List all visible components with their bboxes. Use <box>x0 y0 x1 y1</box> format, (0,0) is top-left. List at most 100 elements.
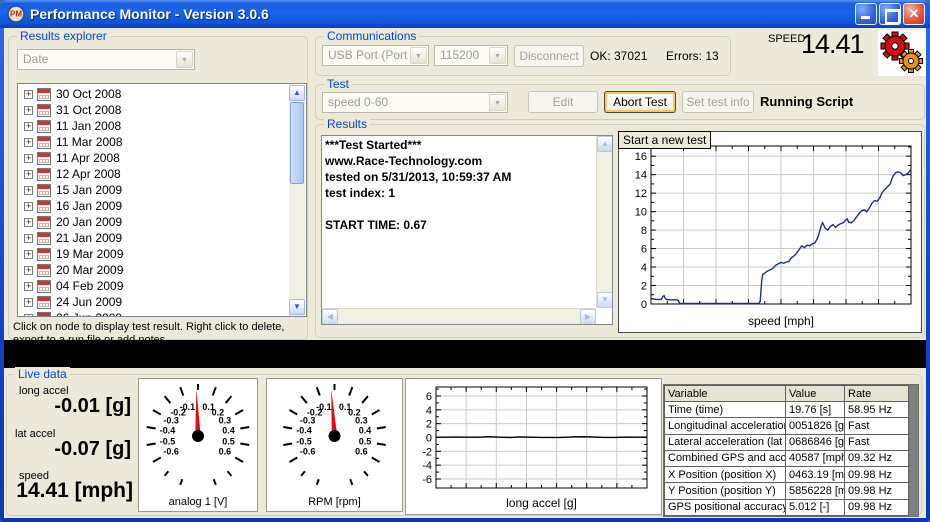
rate-cell: 58.95 Hz <box>845 402 909 418</box>
error-count: Errors: 13 <box>666 49 719 63</box>
tree-item-label: 12 Apr 2008 <box>56 167 121 181</box>
expand-icon[interactable]: + <box>24 250 33 259</box>
table-row: Longitudinal acceleration (long0051826 [… <box>665 418 909 434</box>
expand-icon[interactable]: + <box>24 170 33 179</box>
svg-text:PM: PM <box>10 10 22 19</box>
expand-icon[interactable]: + <box>24 122 33 131</box>
scroll-down-icon[interactable]: ▼ <box>289 299 305 315</box>
calendar-icon <box>37 296 51 309</box>
value-cell: 5856228 [m] <box>786 483 845 499</box>
disconnect-button[interactable]: Disconnect <box>514 45 584 67</box>
communications-group: Communications USB Port (Port 8) ▼ 11520… <box>315 36 731 76</box>
chevron-down-icon[interactable]: ▼ <box>176 51 193 68</box>
set-test-info-button[interactable]: Set test info <box>682 91 754 113</box>
calendar-icon <box>37 264 51 277</box>
svg-text:4: 4 <box>426 405 432 417</box>
expand-icon[interactable]: + <box>24 186 33 195</box>
scroll-right-icon[interactable]: ▶ <box>580 309 596 325</box>
calendar-icon <box>37 168 51 181</box>
tree-item-date[interactable]: +04 Feb 2009 <box>18 278 289 294</box>
table-row: X Position (position X)0463.19 [m]09.98 … <box>665 467 909 483</box>
svg-text:16: 16 <box>635 151 647 163</box>
scroll-down-icon[interactable]: ▼ <box>597 292 613 308</box>
abort-test-button[interactable]: Abort Test <box>604 91 676 113</box>
tree-item-date[interactable]: +24 Jun 2009 <box>18 294 289 310</box>
log-vscrollbar[interactable]: ▲ ▼ <box>596 136 612 308</box>
expand-icon[interactable]: + <box>24 218 33 227</box>
svg-text:0: 0 <box>641 299 647 311</box>
port-combo[interactable]: USB Port (Port 8) ▼ <box>322 45 429 66</box>
tree-item-date[interactable]: +26 Jun 2009 <box>18 310 289 317</box>
chevron-down-icon[interactable]: ▼ <box>489 47 506 64</box>
tree-item-date[interactable]: +11 Jan 2008 <box>18 118 289 134</box>
live-data-group: Live data long accel -0.01 [g] lat accel… <box>6 374 922 516</box>
scroll-left-icon[interactable]: ◀ <box>322 309 338 325</box>
tree-item-date[interactable]: +20 Jan 2009 <box>18 214 289 230</box>
variable-cell: GPS positional accuracy <box>665 499 786 515</box>
expand-icon[interactable]: + <box>24 106 33 115</box>
expand-icon[interactable]: + <box>24 138 33 147</box>
tree-scrollbar[interactable]: ▲ ▼ <box>289 85 305 315</box>
rate-cell: Fast <box>845 418 909 434</box>
tree-item-date[interactable]: +15 Jan 2009 <box>18 182 289 198</box>
scroll-up-icon[interactable]: ▲ <box>597 136 613 152</box>
tree-item-date[interactable]: +21 Jan 2009 <box>18 230 289 246</box>
calendar-icon <box>37 280 51 293</box>
svg-text:2: 2 <box>641 281 647 293</box>
log-hscrollbar[interactable]: ◀ ▶ <box>322 308 596 324</box>
tree-item-label: 20 Mar 2009 <box>56 263 123 277</box>
svg-text:-0.6: -0.6 <box>300 447 316 457</box>
results-label: Results <box>324 117 370 131</box>
chevron-down-icon[interactable]: ▼ <box>410 47 427 64</box>
window-title: Performance Monitor - Version 3.0.6 <box>30 6 853 22</box>
expand-icon[interactable]: + <box>24 234 33 243</box>
rpm-gauge-caption: RPM [rpm] <box>267 496 402 508</box>
svg-text:-0.1: -0.1 <box>180 402 196 412</box>
svg-text:long accel [g]: long accel [g] <box>506 496 577 510</box>
start-new-test-button[interactable]: Start a new test <box>618 131 711 149</box>
rate-cell: 09.98 Hz <box>845 483 909 499</box>
scroll-up-icon[interactable]: ▲ <box>289 85 305 101</box>
test-combo[interactable]: speed 0-60 ▼ <box>322 92 508 113</box>
expand-icon[interactable]: + <box>24 90 33 99</box>
chevron-down-icon[interactable]: ▼ <box>489 94 506 111</box>
svg-text:0.6: 0.6 <box>355 447 368 457</box>
tree-item-date[interactable]: +31 Oct 2008 <box>18 102 289 118</box>
results-explorer-group: Results explorer Date ▼ +30 Oct 2008+31 … <box>8 36 308 340</box>
tree-item-label: 04 Feb 2009 <box>56 279 123 293</box>
expand-icon[interactable]: + <box>24 282 33 291</box>
minimize-button[interactable] <box>855 3 877 25</box>
svg-text:-6: -6 <box>422 474 432 486</box>
svg-text:-4: -4 <box>422 460 432 472</box>
edit-button[interactable]: Edit <box>528 91 598 113</box>
close-button[interactable] <box>903 3 925 25</box>
tree-item-date[interactable]: +30 Oct 2008 <box>18 86 289 102</box>
variable-cell: Time (time) <box>665 402 786 418</box>
expand-icon[interactable]: + <box>24 298 33 307</box>
svg-text:8: 8 <box>641 225 647 237</box>
calendar-icon <box>37 216 51 229</box>
expand-icon[interactable]: + <box>24 202 33 211</box>
expand-icon[interactable]: + <box>24 266 33 275</box>
table-header-cell: Variable <box>665 386 786 402</box>
tree-item-date[interactable]: +19 Mar 2009 <box>18 246 289 262</box>
tree-item-date[interactable]: +20 Mar 2009 <box>18 262 289 278</box>
tree-item-date[interactable]: +16 Jan 2009 <box>18 198 289 214</box>
tree-item-date[interactable]: +12 Apr 2008 <box>18 166 289 182</box>
maximize-button[interactable] <box>879 3 901 25</box>
tree-item-date[interactable]: +11 Mar 2008 <box>18 134 289 150</box>
svg-text:6: 6 <box>426 391 432 403</box>
results-log[interactable]: ***Test Started*** www.Race-Technology.c… <box>321 135 613 325</box>
tree-item-label: 26 Jun 2009 <box>56 311 122 317</box>
date-filter-combo[interactable]: Date ▼ <box>17 49 195 70</box>
tree-item-date[interactable]: +11 Apr 2008 <box>18 150 289 166</box>
table-header-cell: Rate <box>845 386 909 402</box>
baud-combo[interactable]: 115200 ▼ <box>434 45 508 66</box>
tree-scrollbar-thumb[interactable] <box>290 102 304 184</box>
table-row: Lateral acceleration (lat acc0686846 [g]… <box>665 434 909 450</box>
expand-icon[interactable]: + <box>24 314 33 318</box>
expand-icon[interactable]: + <box>24 154 33 163</box>
svg-text:-0.4: -0.4 <box>160 426 176 436</box>
calendar-icon <box>37 104 51 117</box>
svg-text:speed [mph]: speed [mph] <box>748 314 814 328</box>
